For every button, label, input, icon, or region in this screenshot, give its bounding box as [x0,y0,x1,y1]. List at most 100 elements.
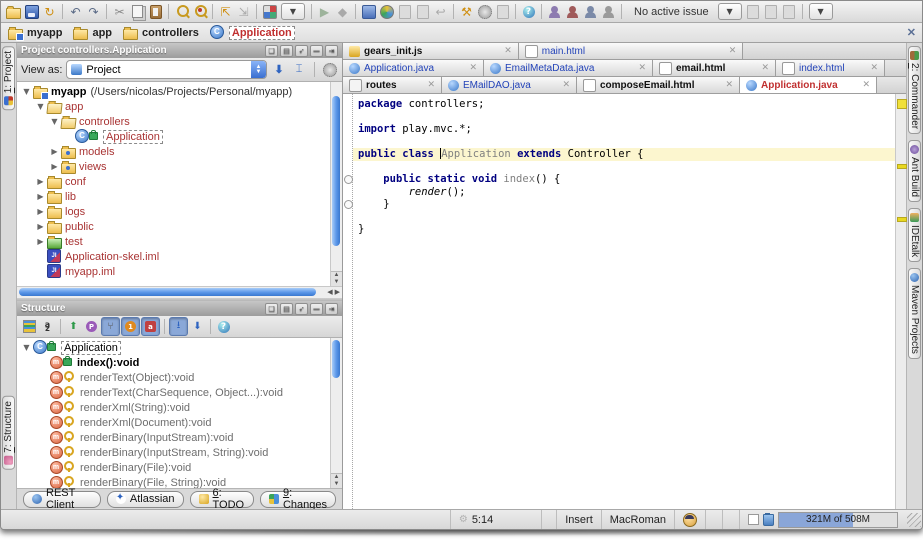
tree-row-myapp[interactable]: ▼myapp (/Users/nicolas/Projects/Personal… [17,84,330,99]
run-config-dropdown[interactable]: ▼ [281,3,305,20]
code-line[interactable] [353,136,895,149]
tree-row-application-skel.iml[interactable]: Application-skel.iml [17,249,330,264]
stop-progress-icon[interactable] [763,3,780,20]
position-cell[interactable]: ⚙ 5:14 [450,510,541,529]
scrollbar-arrows[interactable]: ◀ ▶ [327,288,340,296]
tree-row-public[interactable]: ▶public [17,219,330,234]
tree-row-controllers[interactable]: ▼controllers [17,114,330,129]
memory-checkbox[interactable] [748,514,759,525]
navbar-item-application[interactable]: Application [209,26,295,40]
idetalk-user-icon[interactable] [546,3,563,20]
tree-row-models[interactable]: ▶models [17,144,330,159]
minimize-icon[interactable]: — [310,303,323,315]
tool-stripe-button-2-commander[interactable]: 2: Commander [908,46,921,134]
idetalk-jump-icon[interactable] [564,3,581,20]
shade-icon[interactable]: ▤ [280,45,293,57]
undo-icon[interactable]: ↶ [67,3,84,20]
error-stripe[interactable] [895,94,906,509]
inspector-cell[interactable] [674,510,705,529]
structure-row[interactable]: renderBinary(File):void [17,460,330,475]
save-icon[interactable] [23,3,40,20]
debug-icon[interactable]: ◆ [334,3,351,20]
tool-button-6-todo[interactable]: 6: TODO [190,491,254,508]
tab-close-icon[interactable]: ✕ [496,46,512,56]
expander-closed-icon[interactable]: ▶ [49,162,60,171]
tab-close-icon[interactable]: ✕ [721,46,737,56]
scrollbar-thumb[interactable] [332,340,340,378]
export-settings-icon[interactable] [396,3,413,20]
tool-stripe-button-idetalk[interactable]: IDEtalk [908,208,921,262]
expander-open-icon[interactable]: ▼ [35,102,46,111]
tree-row-app[interactable]: ▼app [17,99,330,114]
help-icon[interactable] [520,3,537,20]
scrollbar-arrows[interactable]: ▲▼ [331,473,342,488]
structure-row[interactable]: renderText(Object):void [17,370,330,385]
run-config-icon[interactable] [261,3,278,20]
import-settings-icon[interactable] [414,3,431,20]
ide-settings-icon[interactable] [476,3,493,20]
autoscroll-from-source-icon[interactable]: ⬇ [189,318,206,335]
editor-tab-composeemail-html[interactable]: composeEmail.html✕ [577,77,740,93]
scrollbar-thumb[interactable] [19,288,316,296]
module-settings-icon[interactable] [360,3,377,20]
tab-close-icon[interactable]: ✕ [854,80,870,90]
editor-tab-emaildao-java[interactable]: EMailDAO.java✕ [442,77,577,93]
scroll-from-source-icon[interactable]: ⬇ [271,62,287,78]
resize-grip[interactable] [907,513,921,527]
minimize-icon[interactable]: — [310,45,323,57]
structure-row[interactable]: renderXml(Document):void [17,415,330,430]
cut-icon[interactable]: ✂ [111,3,128,20]
fold-marker-icon[interactable] [344,200,353,209]
insert-mode-cell[interactable]: Insert [556,510,601,529]
code-editor[interactable]: package controllers;import play.mvc.*;pu… [353,94,895,509]
show-properties-icon[interactable]: P [83,318,100,335]
tab-close-icon[interactable]: ✕ [461,63,477,73]
tool-button-rest-client[interactable]: REST Client [23,491,101,508]
structure-row[interactable]: renderText(CharSequence, Object...):void [17,385,330,400]
redo-icon[interactable]: ↷ [85,3,102,20]
tree-row-views[interactable]: ▶views [17,159,330,174]
code-line[interactable] [353,211,895,224]
show-non-public-icon[interactable]: a [141,317,160,336]
expander-closed-icon[interactable]: ▶ [35,207,46,216]
start-progress-icon[interactable] [745,3,762,20]
help-icon[interactable] [215,318,232,335]
replace-icon[interactable] [191,3,208,20]
expander-closed-icon[interactable]: ▶ [49,147,60,156]
hide-icon[interactable]: ⇥ [325,45,338,57]
code-line[interactable]: package controllers; [353,98,895,111]
expander-closed-icon[interactable]: ▶ [35,177,46,186]
tree-row-application[interactable]: Application [17,129,330,144]
structure-vertical-scrollbar[interactable]: ▲▼ [330,338,342,488]
inspector-icon[interactable] [683,513,697,527]
idetalk-message-icon[interactable] [582,3,599,20]
project-panel-header[interactable]: Project controllers.Application ❑▤➶—⇥ [17,43,342,58]
pin-icon[interactable]: ➶ [295,303,308,315]
readonly-doc-icon[interactable] [494,3,511,20]
code-line[interactable] [353,111,895,124]
editor-tab-main-html[interactable]: main.html✕ [519,43,744,59]
expander-open-icon[interactable]: ▼ [21,87,32,96]
garbage-collect-icon[interactable] [763,514,774,526]
issue-dropdown[interactable]: ▼ [718,3,742,20]
expander-open-icon[interactable]: ▼ [49,117,60,126]
tab-close-icon[interactable]: ✕ [419,80,435,90]
navbar-item-app[interactable]: app [72,26,112,40]
keymap-icon[interactable]: ⚒ [458,3,475,20]
close-icon[interactable]: ✕ [907,26,916,39]
show-fields-icon[interactable]: ⬆ [65,318,82,335]
scrollbar-thumb[interactable] [332,96,340,246]
tool-stripe-button-maven-projects[interactable]: Maven Projects [908,268,921,359]
code-line[interactable]: import play.mvc.*; [353,123,895,136]
tab-close-icon[interactable]: ✕ [862,63,878,73]
editor-tab-application-java[interactable]: Application.java✕ [343,60,484,76]
paste-icon[interactable] [147,3,164,20]
expander-closed-icon[interactable]: ▶ [35,192,46,201]
tab-close-icon[interactable]: ✕ [753,63,769,73]
fold-marker-icon[interactable] [344,175,353,184]
navbar-item-myapp[interactable]: myapp [7,26,62,40]
tab-close-icon[interactable]: ✕ [717,80,733,90]
sort-alphabetically-icon[interactable]: az [39,318,56,335]
project-settings-icon[interactable] [378,3,395,20]
structure-row[interactable]: index():void [17,355,330,370]
